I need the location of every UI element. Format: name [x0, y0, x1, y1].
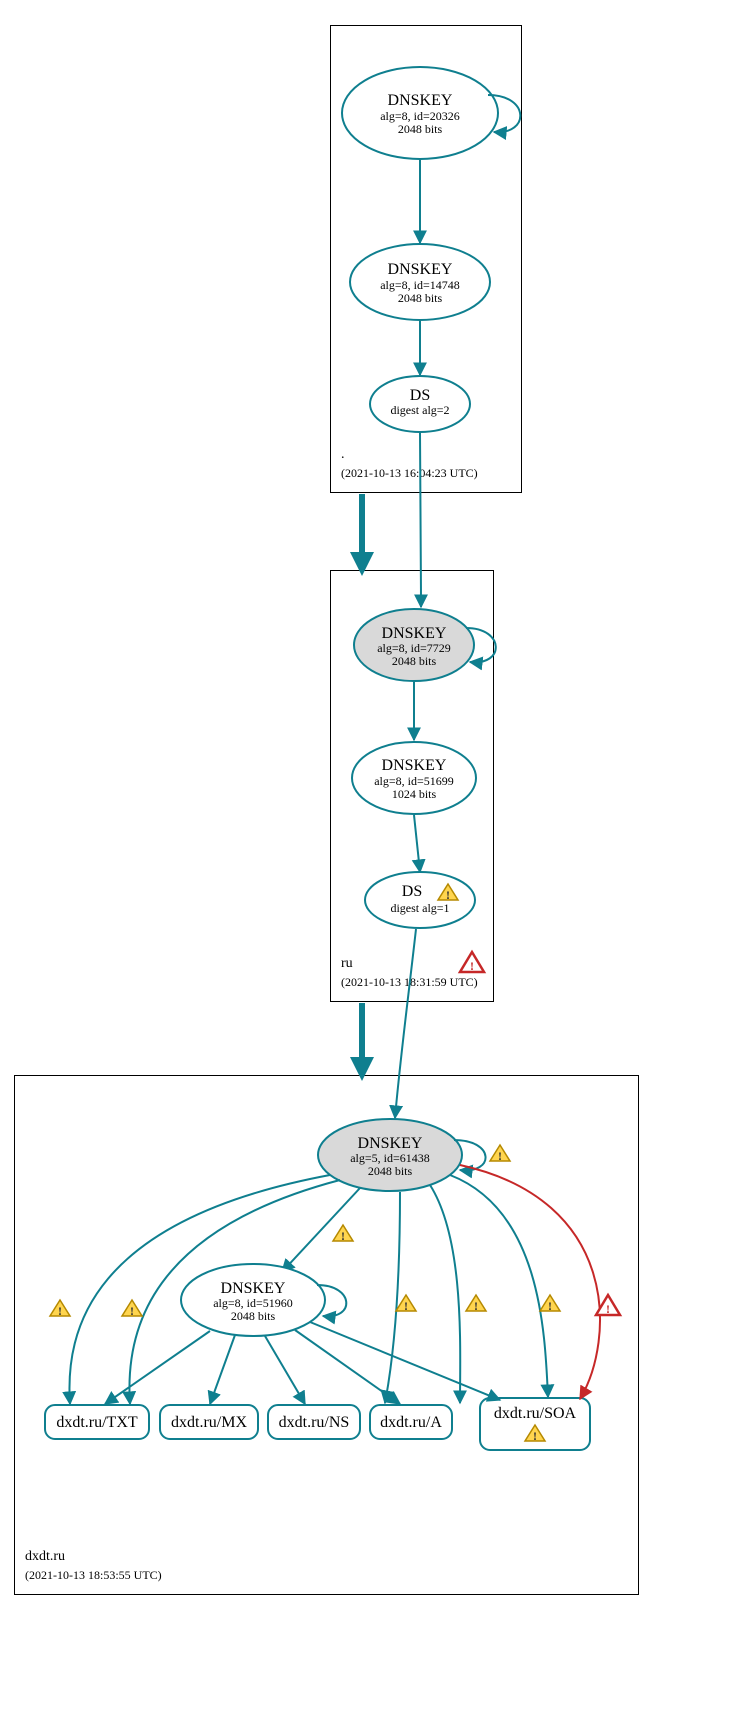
node-ru-zsk[interactable]: DNSKEY alg=8, id=51699 1024 bits	[352, 742, 476, 814]
svg-text:!: !	[58, 1304, 62, 1318]
warning-icon: !	[50, 1300, 70, 1318]
svg-text:DNSKEY: DNSKEY	[221, 1280, 286, 1297]
svg-text:2048 bits: 2048 bits	[398, 291, 443, 305]
svg-text:!: !	[606, 1302, 610, 1316]
node-root-ds[interactable]: DS digest alg=2	[370, 376, 470, 432]
node-rr-mx[interactable]: dxdt.ru/MX	[160, 1405, 258, 1439]
node-rr-ns[interactable]: dxdt.ru/NS	[268, 1405, 360, 1439]
svg-text:!: !	[404, 1299, 408, 1313]
svg-text:DS: DS	[410, 387, 430, 404]
edge-zsk-mx	[210, 1335, 235, 1404]
svg-text:dxdt.ru/TXT: dxdt.ru/TXT	[56, 1414, 138, 1431]
svg-text:alg=8, id=20326: alg=8, id=20326	[380, 109, 460, 123]
error-icon: !	[460, 952, 484, 973]
node-rr-txt[interactable]: dxdt.ru/TXT	[45, 1405, 149, 1439]
svg-text:dxdt.ru/NS: dxdt.ru/NS	[279, 1414, 350, 1431]
warning-icon: !	[466, 1295, 486, 1313]
edge-root-ds-to-ru-ksk	[420, 433, 421, 607]
edge-dx-ksk-to-zsk	[282, 1188, 360, 1272]
node-rr-a[interactable]: dxdt.ru/A	[370, 1405, 452, 1439]
edge-zsk-txt	[105, 1331, 210, 1404]
svg-text:2048 bits: 2048 bits	[392, 654, 437, 668]
edge-ksk-a	[430, 1185, 460, 1403]
svg-text:!: !	[446, 888, 450, 902]
edge-ksk-soa-error	[460, 1165, 600, 1399]
edge-zsk-ns	[265, 1336, 305, 1404]
svg-text:digest alg=1: digest alg=1	[390, 901, 449, 915]
svg-text:dxdt.ru/SOA: dxdt.ru/SOA	[494, 1405, 577, 1422]
svg-text:DS: DS	[402, 883, 422, 900]
svg-text:DNSKEY: DNSKEY	[382, 625, 447, 642]
svg-text:dxdt.ru/A: dxdt.ru/A	[380, 1414, 442, 1431]
svg-text:alg=5, id=61438: alg=5, id=61438	[350, 1151, 430, 1165]
svg-text:alg=8, id=7729: alg=8, id=7729	[377, 641, 451, 655]
svg-text:alg=8, id=51960: alg=8, id=51960	[213, 1296, 293, 1310]
node-root-zsk[interactable]: DNSKEY alg=8, id=14748 2048 bits	[350, 244, 490, 320]
svg-text:1024 bits: 1024 bits	[392, 787, 437, 801]
edge-ksk-ns	[385, 1192, 400, 1403]
warning-icon: !	[540, 1295, 560, 1313]
warning-icon: !	[333, 1225, 353, 1243]
svg-text:alg=8, id=14748: alg=8, id=14748	[380, 278, 460, 292]
edge-ru-ds-to-dx-ksk	[395, 929, 416, 1118]
svg-text:dxdt.ru/MX: dxdt.ru/MX	[171, 1414, 247, 1431]
warning-icon: !	[396, 1295, 416, 1313]
node-root-ksk[interactable]: DNSKEY alg=8, id=20326 2048 bits	[342, 67, 498, 159]
svg-text:DNSKEY: DNSKEY	[358, 1135, 423, 1152]
svg-text:digest alg=2: digest alg=2	[390, 403, 449, 417]
svg-text:DNSKEY: DNSKEY	[382, 757, 447, 774]
svg-text:!: !	[130, 1304, 134, 1318]
svg-text:DNSKEY: DNSKEY	[388, 92, 453, 109]
warning-icon: !	[122, 1300, 142, 1318]
svg-text:!: !	[498, 1149, 502, 1163]
edge-ru-zsk-to-ds	[414, 815, 420, 872]
svg-text:!: !	[474, 1299, 478, 1313]
svg-text:!: !	[341, 1229, 345, 1243]
svg-text:!: !	[548, 1299, 552, 1313]
svg-text:!: !	[470, 959, 474, 973]
svg-text:2048 bits: 2048 bits	[398, 122, 443, 136]
node-ru-ksk[interactable]: DNSKEY alg=8, id=7729 2048 bits	[354, 609, 474, 681]
svg-text:alg=8, id=51699: alg=8, id=51699	[374, 774, 454, 788]
svg-text:2048 bits: 2048 bits	[231, 1309, 276, 1323]
svg-text:DNSKEY: DNSKEY	[388, 261, 453, 278]
svg-text:2048 bits: 2048 bits	[368, 1164, 413, 1178]
warning-icon: !	[490, 1145, 510, 1163]
edge-zsk-a	[295, 1330, 400, 1404]
svg-text:!: !	[533, 1429, 537, 1443]
edge-ksk-soa	[450, 1175, 548, 1397]
node-dx-zsk[interactable]: DNSKEY alg=8, id=51960 2048 bits	[181, 1264, 325, 1336]
